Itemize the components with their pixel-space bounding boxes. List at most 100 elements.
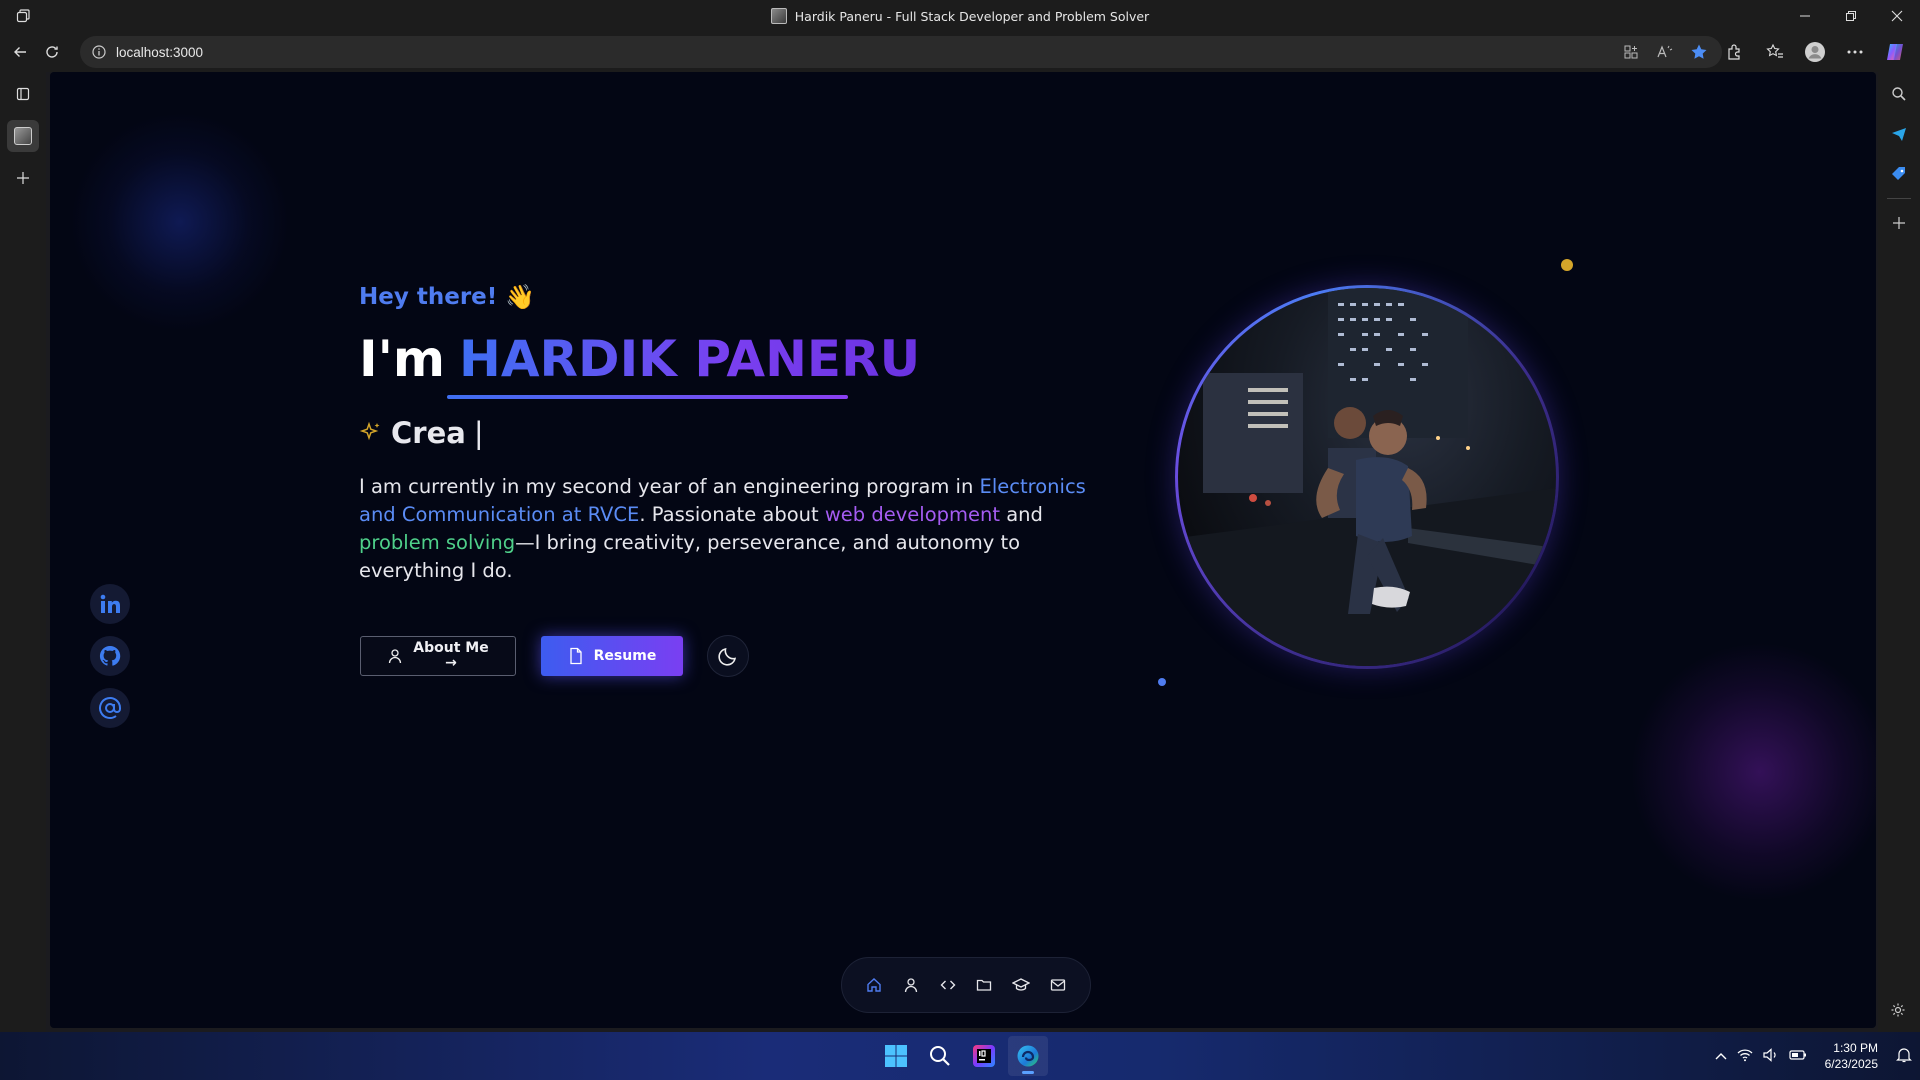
- window-title: Hardik Paneru - Full Stack Developer and…: [0, 0, 1920, 32]
- profile-button[interactable]: [1796, 36, 1834, 68]
- workspaces-button[interactable]: [0, 0, 46, 32]
- dock-skills-button[interactable]: [935, 972, 961, 998]
- dock-contact-button[interactable]: [1045, 972, 1071, 998]
- dock-projects-button[interactable]: [971, 972, 997, 998]
- close-button[interactable]: [1874, 0, 1920, 32]
- sidebar-settings-button[interactable]: [1882, 994, 1914, 1026]
- intellij-icon: [973, 1045, 995, 1067]
- sidebar-search-button[interactable]: [1883, 78, 1915, 110]
- new-tab-button[interactable]: [7, 162, 39, 194]
- about-me-button[interactable]: About Me →: [360, 636, 516, 676]
- typing-text: Crea: [391, 416, 466, 450]
- gear-icon: [1891, 1003, 1905, 1017]
- decorative-dot-blue: [1158, 678, 1166, 686]
- vertical-tab-strip: [0, 72, 46, 1032]
- close-icon: [1891, 10, 1903, 22]
- edge-sidebar: [1878, 72, 1920, 1032]
- favorites-list-icon: [1766, 43, 1783, 58]
- info-icon[interactable]: [92, 45, 106, 59]
- chevron-up-icon: [1715, 1053, 1727, 1060]
- tab-favicon-icon: [14, 127, 32, 145]
- clock-button[interactable]: 1:30 PM 6/23/2025: [1825, 1040, 1878, 1072]
- extensions-button[interactable]: [1716, 36, 1754, 68]
- read-aloud-button[interactable]: [1650, 37, 1680, 67]
- graduation-cap-icon: [1011, 978, 1030, 991]
- user-icon: [389, 649, 402, 664]
- github-icon: [99, 645, 121, 666]
- plus-icon: [1893, 217, 1905, 229]
- taskbar-search-button[interactable]: [920, 1036, 960, 1076]
- dock-home-button[interactable]: [861, 972, 887, 998]
- taskbar-intellij-button[interactable]: [964, 1036, 1004, 1076]
- favorites-button[interactable]: [1756, 36, 1794, 68]
- at-sign-icon: [99, 697, 121, 719]
- notifications-button[interactable]: [1896, 1047, 1912, 1066]
- windows-taskbar: 1:30 PM 6/23/2025: [0, 1032, 1920, 1080]
- browser-toolbar: localhost:3000: [0, 32, 1920, 72]
- code-icon: [940, 980, 956, 990]
- back-button[interactable]: [4, 36, 36, 68]
- profile-photo: [1178, 288, 1556, 666]
- resume-label: Resume: [593, 648, 657, 664]
- mail-icon: [1050, 979, 1065, 991]
- tab-portfolio[interactable]: [7, 120, 39, 152]
- battery-button[interactable]: [1789, 1049, 1807, 1064]
- background-glow-blue: [70, 112, 290, 332]
- favicon-icon: [770, 8, 787, 24]
- favorite-button[interactable]: [1684, 37, 1714, 67]
- sidebar-shopping-button[interactable]: [1883, 158, 1915, 190]
- restore-button[interactable]: [1828, 0, 1874, 32]
- resume-button[interactable]: Resume: [541, 636, 683, 676]
- dock-about-button[interactable]: [898, 972, 924, 998]
- copilot-icon: [1887, 44, 1903, 60]
- volume-button[interactable]: [1763, 1047, 1779, 1065]
- email-link[interactable]: [90, 688, 130, 728]
- linkedin-link[interactable]: [90, 584, 130, 624]
- hero-bio: I am currently in my second year of an e…: [359, 473, 1099, 585]
- refresh-button[interactable]: [36, 36, 68, 68]
- arrow-right-icon: →: [445, 655, 457, 671]
- folder-icon: [977, 979, 992, 991]
- sidebar-telegram-button[interactable]: [1883, 118, 1915, 150]
- puzzle-icon: [1728, 44, 1740, 60]
- speaker-icon: [1763, 1047, 1776, 1062]
- star-filled-icon: [1691, 44, 1707, 59]
- typing-cursor: |: [473, 416, 484, 450]
- sidebar-add-button[interactable]: [1883, 207, 1915, 239]
- section-nav-dock: [841, 957, 1091, 1013]
- workspaces-icon: [16, 9, 30, 23]
- tray-overflow-button[interactable]: [1715, 1049, 1727, 1063]
- send-icon: [1892, 128, 1906, 141]
- url-text: localhost:3000: [116, 44, 204, 60]
- theme-toggle-button[interactable]: [707, 635, 749, 677]
- start-button[interactable]: [876, 1036, 916, 1076]
- bio-part-3: and: [1000, 503, 1043, 526]
- copilot-button[interactable]: [1876, 36, 1914, 68]
- plus-icon: [17, 172, 29, 184]
- app-available-button[interactable]: [1616, 37, 1646, 67]
- bio-highlight-problem-solving: problem solving: [359, 531, 516, 554]
- dock-education-button[interactable]: [1008, 972, 1034, 998]
- more-menu-button[interactable]: [1836, 36, 1874, 68]
- minimize-button[interactable]: [1782, 0, 1828, 32]
- github-link[interactable]: [90, 636, 130, 676]
- tab-actions-button[interactable]: [7, 78, 39, 110]
- sidebar-divider: [1887, 198, 1911, 199]
- clock-time: 1:30 PM: [1833, 1041, 1878, 1055]
- name-underline: [447, 395, 848, 399]
- avatar-icon: [1805, 42, 1825, 62]
- typing-role: Crea |: [359, 416, 484, 450]
- home-icon: [867, 978, 882, 992]
- bio-part-1: I am currently in my second year of an e…: [359, 475, 980, 498]
- address-bar[interactable]: localhost:3000: [80, 36, 1722, 68]
- hero-greeting: Hey there! 👋: [359, 283, 535, 311]
- app-grid-icon: [1624, 45, 1638, 59]
- file-icon: [570, 647, 582, 665]
- wifi-button[interactable]: [1737, 1048, 1753, 1065]
- edge-icon: [1017, 1045, 1039, 1067]
- profile-photo-illustration: [1178, 288, 1556, 666]
- window-title-text: Hardik Paneru - Full Stack Developer and…: [794, 8, 1150, 24]
- taskbar-edge-button[interactable]: [1008, 1036, 1048, 1076]
- background-glow-purple: [1630, 642, 1876, 902]
